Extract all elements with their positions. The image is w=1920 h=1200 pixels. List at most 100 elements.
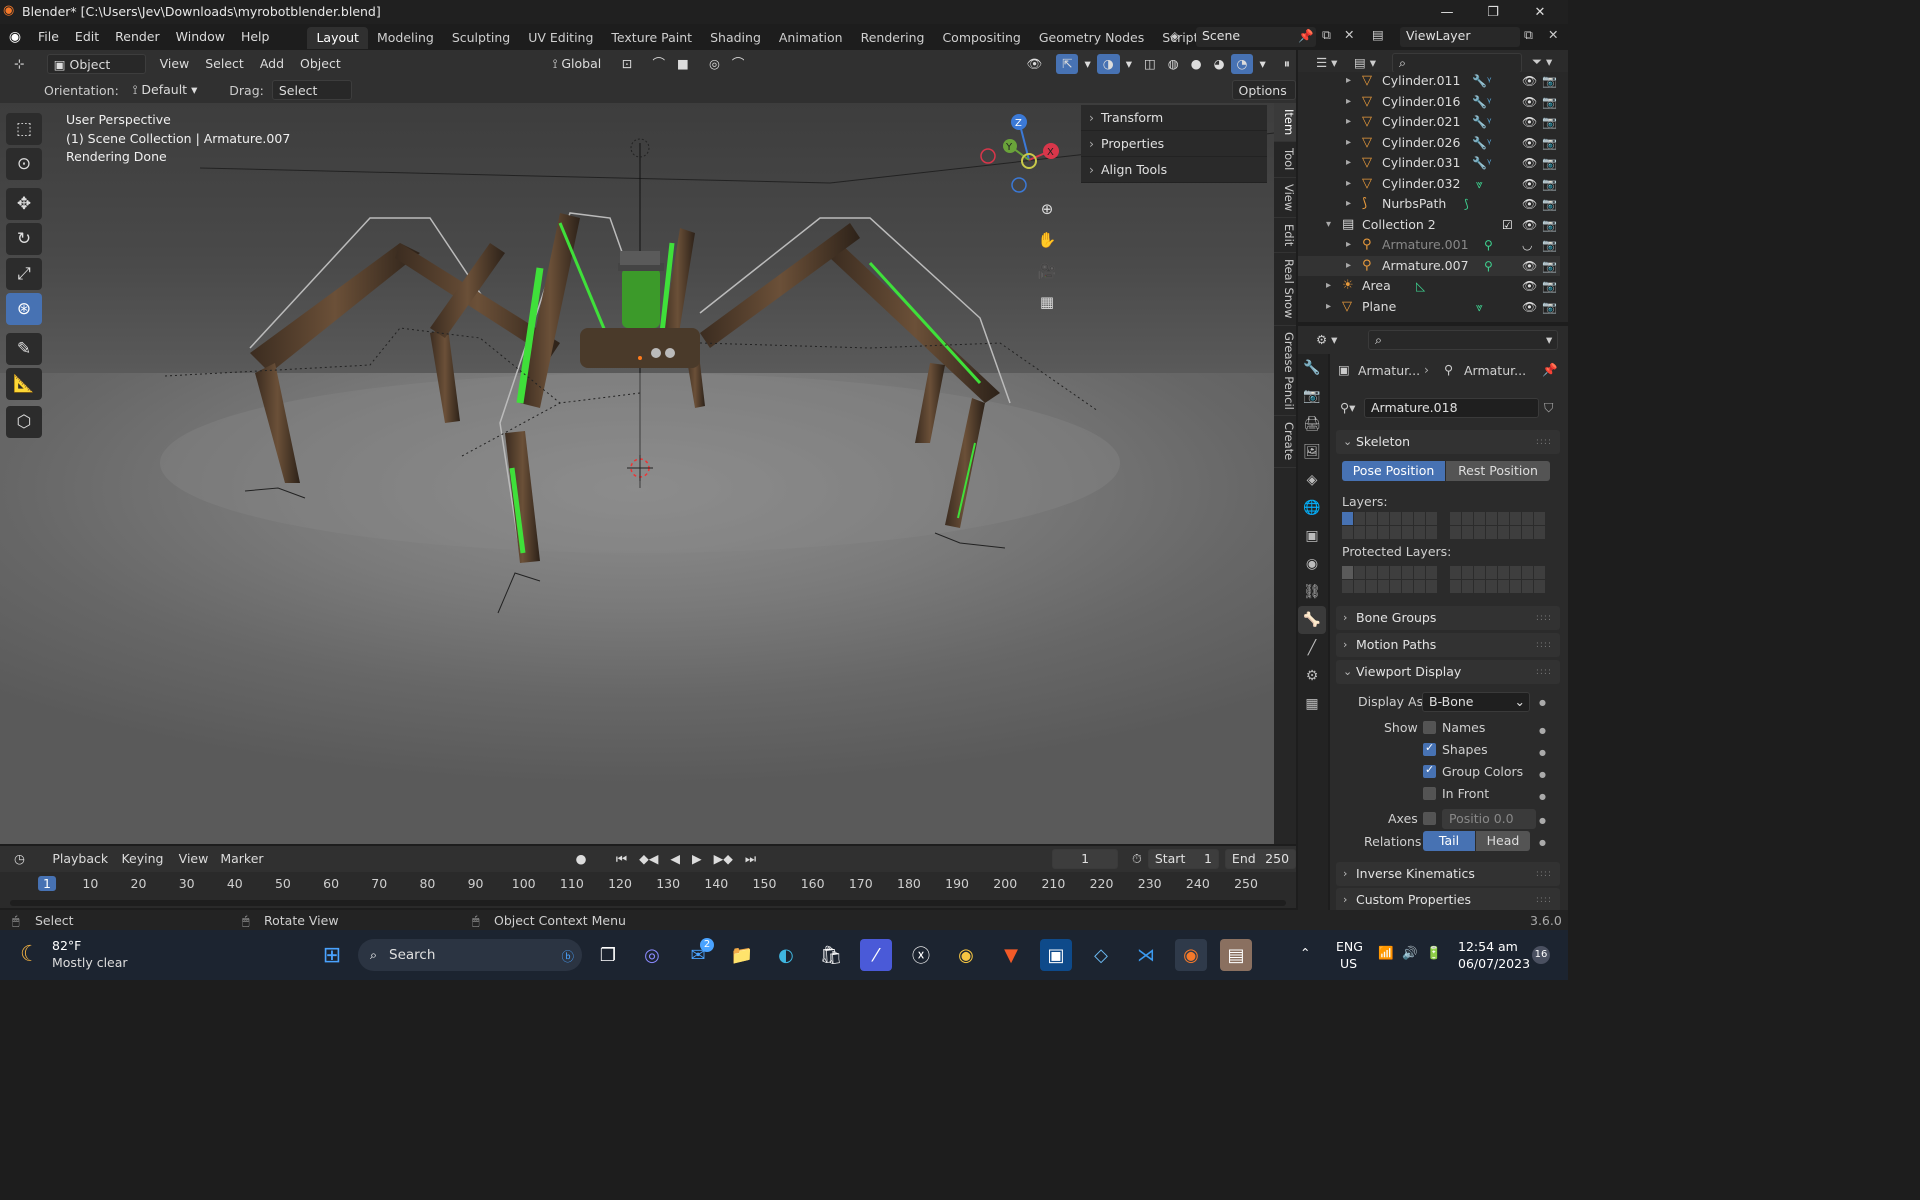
weather-desc[interactable]: Mostly clear <box>52 955 128 970</box>
current-frame-field[interactable]: 1 <box>1052 849 1119 869</box>
custom-properties-panel-header[interactable]: › Custom Properties:::: <box>1336 888 1560 910</box>
outliner-item[interactable]: ▸ ☀ Area ◺ 👁 📷 <box>1298 276 1560 296</box>
visibility-eye-icon[interactable]: 👁 <box>1522 256 1537 276</box>
transform-orientation-dropdown[interactable]: ⟟ Global ▾ <box>547 54 612 91</box>
render-props-icon[interactable]: 📷 <box>1298 382 1326 410</box>
object-menu[interactable]: Object <box>294 54 347 74</box>
render-camera-icon[interactable]: 📷 <box>1542 276 1557 296</box>
outliner-item[interactable]: ▸ ▽ Cylinder.011 🔧ᵞ 👁 📷 <box>1298 72 1560 91</box>
timeline-area[interactable]: 1 10 20 30 40 50 60 70 80 90 100 110 120 130 140 150 160… <box>0 872 1296 908</box>
align-tools-panel-header[interactable]: Align Tools <box>1081 157 1267 183</box>
taskbar-search[interactable]: ⌕ Search ⓑ <box>358 939 582 971</box>
timeline-editor-icon[interactable]: ◷ ▾ <box>8 849 38 886</box>
move-tool-icon[interactable]: ✥ <box>6 188 42 220</box>
expand-arrow-icon[interactable]: ▸ <box>1346 72 1351 91</box>
in-front-checkbox[interactable] <box>1423 787 1436 800</box>
cursor-tool-icon[interactable]: ⊙ <box>6 148 42 180</box>
end-frame-field[interactable]: End 250 <box>1224 849 1297 869</box>
outliner-editor-icon[interactable]: ☰ ▾ <box>1316 55 1337 70</box>
visibility-eye-icon[interactable]: 👁 <box>1522 133 1537 153</box>
scene-icon[interactable]: ◈ <box>1170 28 1180 43</box>
light-data-icon[interactable]: ◺ <box>1416 276 1425 296</box>
expand-arrow-icon[interactable]: ▸ <box>1326 297 1331 317</box>
expand-arrow-icon[interactable]: ▸ <box>1346 153 1351 173</box>
jump-end-icon[interactable]: ⏭ <box>739 849 762 869</box>
outliner-item[interactable]: ▸ ▽ Cylinder.021 🔧ᵞ 👁 📷 <box>1298 112 1560 132</box>
tab-sculpting[interactable]: Sculpting <box>443 27 519 49</box>
relations-head-button[interactable]: Head <box>1476 831 1530 851</box>
pause-render-icon[interactable]: ⏸ <box>1278 54 1296 74</box>
axes-position-field[interactable]: Positio 0.0 <box>1442 809 1536 829</box>
relations-tail-button[interactable]: Tail <box>1423 831 1475 851</box>
material-shading-icon[interactable]: ◕ <box>1208 54 1231 74</box>
clock-date[interactable]: 06/07/2023 <box>1458 956 1530 971</box>
display-mode-icon[interactable]: ▤ ▾ <box>1354 55 1376 70</box>
preview-range-icon[interactable]: ⏱ <box>1126 849 1148 869</box>
tab-uv-editing[interactable]: UV Editing <box>519 27 602 49</box>
render-camera-icon[interactable]: 📷 <box>1542 215 1557 235</box>
tab-modeling[interactable]: Modeling <box>368 27 443 49</box>
armature-datablock-field[interactable]: Armature.018 <box>1364 398 1539 418</box>
play-reverse-icon[interactable]: ◀ <box>664 849 686 869</box>
dev-tool-icon[interactable]: ◇ <box>1085 939 1117 971</box>
inverse-kinematics-panel-header[interactable]: › Inverse Kinematics:::: <box>1336 862 1560 886</box>
bone-layers-grid-b[interactable] <box>1450 512 1545 539</box>
protected-layers-grid-b[interactable] <box>1450 566 1545 593</box>
windows-start-icon[interactable]: ⊞ <box>316 939 348 971</box>
pivot-point-icon[interactable]: ⊡ ▾ <box>616 54 647 91</box>
clock-time[interactable]: 12:54 am <box>1458 939 1518 954</box>
new-scene-icon[interactable]: ⧉ <box>1322 27 1331 43</box>
pose-position-button[interactable]: Pose Position <box>1342 461 1445 481</box>
properties-options-icon[interactable]: ▾ <box>1546 332 1552 347</box>
outliner-item[interactable]: ▸ ▽ Cylinder.026 🔧ᵞ 👁 📷 <box>1298 133 1560 153</box>
armature-data-icon[interactable]: ⚲ <box>1484 256 1493 276</box>
task-view-icon[interactable]: ❐ <box>592 939 624 971</box>
outliner-item[interactable]: ▾ ▤ Collection 2 ☑ 👁 📷 <box>1298 215 1560 235</box>
region-label[interactable]: US <box>1340 956 1357 971</box>
expand-arrow-icon[interactable]: ▸ <box>1346 194 1351 214</box>
menu-file[interactable]: File <box>30 25 67 49</box>
view-menu[interactable]: View <box>154 54 196 74</box>
vertex-data-icon[interactable]: ⩔ <box>1476 297 1483 317</box>
expand-arrow-icon[interactable]: ▸ <box>1346 174 1351 194</box>
rotate-tool-icon[interactable]: ↻ <box>6 223 42 255</box>
mode-selector[interactable]: ▣ Object Mode ▾ <box>46 53 146 92</box>
modifier-icon[interactable]: 🔧ᵞ <box>1472 153 1491 173</box>
annotate-tool-icon[interactable]: ✎ <box>6 333 42 365</box>
start-frame-field[interactable]: Start 1 <box>1147 849 1219 869</box>
armature-data-props-icon[interactable]: 🦴 <box>1298 606 1326 634</box>
current-frame-indicator[interactable]: 1 <box>38 876 56 891</box>
prev-keyframe-icon[interactable]: ◆◀ <box>633 849 664 869</box>
viewport-display-panel-header[interactable]: ⌄ Viewport Display:::: <box>1336 660 1560 684</box>
fake-user-shield-icon[interactable]: ⛉ <box>1544 400 1553 416</box>
render-camera-icon[interactable]: 📷 <box>1542 256 1557 276</box>
render-camera-icon[interactable]: 📷 <box>1542 112 1557 132</box>
keyframe-dot[interactable]: ● <box>1539 816 1546 825</box>
timeline-scrollbar[interactable] <box>10 900 1286 906</box>
armature-data-icon[interactable]: ⚲▾ <box>1340 400 1355 415</box>
orientation-dropdown[interactable]: ⟟ Default ▾ <box>127 80 212 100</box>
bone-props-icon[interactable]: ╱ <box>1298 634 1326 662</box>
drag-dropdown[interactable]: Select Box ▾ <box>271 80 352 118</box>
marker-menu[interactable]: Marker <box>214 849 269 869</box>
visibility-eye-icon[interactable]: ◡ <box>1522 235 1532 255</box>
store-icon[interactable]: 🛍 <box>815 939 847 971</box>
texture-props-icon[interactable]: ▦ <box>1298 690 1326 718</box>
outliner-item[interactable]: ▸ ⟆ NurbsPath ⟆ 👁 📷 <box>1298 194 1560 214</box>
modifier-icon[interactable]: 🔧ᵞ <box>1472 112 1491 132</box>
expand-arrow-icon[interactable]: ▸ <box>1346 112 1351 132</box>
skeleton-panel-header[interactable]: ⌄ Skeleton:::: <box>1336 430 1560 454</box>
wireframe-shading-icon[interactable]: ◍ <box>1162 54 1185 74</box>
outliner-item[interactable]: ▸ ▽ Cylinder.032 ⩔ 👁 📷 <box>1298 174 1560 194</box>
menu-window[interactable]: Window <box>168 25 233 49</box>
tab-animation[interactable]: Animation <box>770 27 852 49</box>
blender-taskbar-icon[interactable]: ◉ <box>1175 939 1207 971</box>
notification-badge[interactable]: 16 <box>1532 946 1550 964</box>
visibility-eye-icon[interactable]: 👁 <box>1522 174 1537 194</box>
expand-arrow-icon[interactable]: ▸ <box>1346 256 1351 276</box>
options-dropdown[interactable]: Options ▾ <box>1231 80 1296 118</box>
outliner-item[interactable]: ▸ ⚲ Armature.007 ⚲ 👁 📷 <box>1298 255 1560 276</box>
brave-icon[interactable]: ▼ <box>995 939 1027 971</box>
constraints-props-icon[interactable]: ⛓ <box>1298 578 1326 606</box>
group-colors-checkbox[interactable] <box>1423 763 1436 778</box>
